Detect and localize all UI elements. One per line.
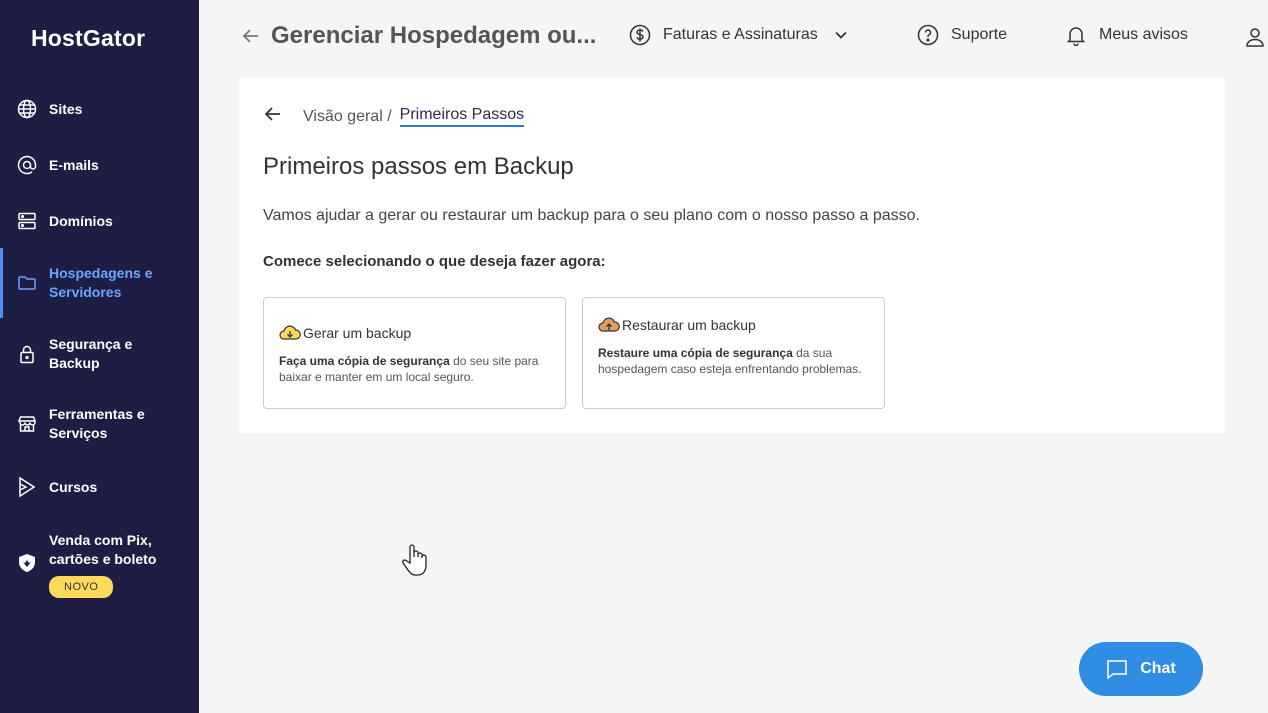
dollar-icon <box>629 24 651 46</box>
sidebar-item-label: Hospedagens e Servidores <box>49 265 153 300</box>
sidebar-item-label: Cursos <box>49 478 98 495</box>
billing-label: Faturas e Assinaturas <box>663 26 818 43</box>
new-badge: NOVO <box>49 576 114 598</box>
hand-cursor-icon <box>402 543 428 582</box>
back-arrow-icon[interactable] <box>241 26 261 51</box>
cloud-upload-icon <box>598 317 620 332</box>
section-title: Primeiros passos em Backup <box>263 153 574 180</box>
sidebar-item-sites[interactable]: Sites <box>0 99 199 119</box>
sidebar-item-label: Segurança e Backup <box>49 336 133 371</box>
store-icon <box>17 414 37 434</box>
sidebar-item-label: E-mails <box>49 156 99 173</box>
bell-icon <box>1066 27 1086 46</box>
globe-icon <box>17 99 37 119</box>
sidebar-item-venda[interactable]: Venda com Pix, cartões e boleto NOVO <box>0 531 199 603</box>
shield-icon <box>17 553 37 573</box>
breadcrumb-parent[interactable]: Visão geral / <box>303 108 392 126</box>
sidebar-item-dominios[interactable]: Domínios <box>0 211 199 231</box>
option-title: Restaurar um backup <box>622 317 756 333</box>
sidebar-item-seguranca[interactable]: Segurança e Backup <box>0 334 199 374</box>
breadcrumb: Visão geral / Primeiros Passos <box>263 104 525 129</box>
support-label: Suporte <box>951 26 1008 43</box>
option-title: Gerar um backup <box>303 325 412 341</box>
selection-prompt: Comece selecionando o que deseja fazer a… <box>263 253 606 270</box>
breadcrumb-current: Primeiros Passos <box>399 106 525 127</box>
option-description: Restaure uma cópia de segurança da sua h… <box>598 346 862 376</box>
chat-bubble-icon <box>1107 660 1128 679</box>
sidebar-item-label: Ferramentas e Serviços <box>49 406 145 441</box>
breadcrumb-back-icon[interactable] <box>263 104 283 129</box>
lock-icon <box>17 344 37 364</box>
folder-icon <box>17 273 37 293</box>
generate-backup-option[interactable]: Gerar um backup Faça uma cópia de segura… <box>263 297 566 409</box>
option-description: Faça uma cópia de segurança do seu site … <box>279 354 539 384</box>
sidebar-item-cursos[interactable]: Cursos <box>0 476 199 498</box>
support-link[interactable]: Suporte <box>917 24 1007 46</box>
top-bar: Gerenciar Hospedagem ou... Faturas e Ass… <box>199 0 1268 76</box>
main-card: Visão geral / Primeiros Passos Primeiros… <box>239 77 1225 433</box>
option-title-row: Gerar um backup <box>279 324 411 342</box>
notices-link[interactable]: Meus avisos <box>1065 24 1188 46</box>
page-title: Gerenciar Hospedagem ou... <box>271 22 597 49</box>
sidebar-item-ferramentas[interactable]: Ferramentas e Serviços <box>0 404 199 444</box>
server-icon <box>17 211 37 231</box>
notices-label: Meus avisos <box>1099 26 1188 43</box>
play-icon <box>17 476 37 498</box>
at-icon <box>17 155 37 175</box>
sidebar-item-label: Venda com Pix, cartões e boleto <box>49 532 157 567</box>
user-icon[interactable] <box>1244 26 1266 53</box>
option-title-row: Restaurar um backup <box>598 316 756 334</box>
help-icon <box>917 24 939 46</box>
cloud-download-icon <box>279 325 301 340</box>
chevron-down-icon <box>835 31 847 39</box>
restore-backup-option[interactable]: Restaurar um backup Restaure uma cópia d… <box>582 297 885 409</box>
sidebar-item-emails[interactable]: E-mails <box>0 155 199 175</box>
sidebar-item-hospedagens[interactable]: Hospedagens e Servidores <box>0 248 199 318</box>
chat-button[interactable]: Chat <box>1079 642 1203 696</box>
sidebar: HostGator Sites E-mails Domínios Hospeda… <box>0 0 199 713</box>
hostgator-logo[interactable]: HostGator <box>31 25 145 52</box>
section-description: Vamos ajudar a gerar ou restaurar um bac… <box>263 207 920 224</box>
sidebar-item-label: Sites <box>49 100 83 117</box>
chat-label: Chat <box>1140 660 1176 677</box>
sidebar-item-label: Domínios <box>49 212 113 229</box>
billing-dropdown[interactable]: Faturas e Assinaturas <box>629 24 848 46</box>
